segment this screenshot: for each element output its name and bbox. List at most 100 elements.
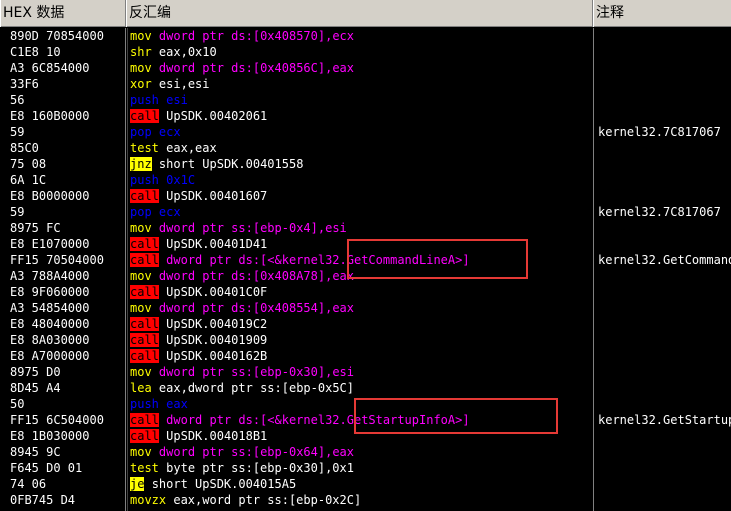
comment: kernel32.GetCommandLineA (598, 253, 731, 267)
instruction: push 0x1C (130, 172, 196, 188)
hex-bytes: 56 (10, 93, 25, 107)
operands: eax,dword ptr ss:[ebp-0x5C] (158, 381, 354, 395)
comment-column-header[interactable]: 注释 (593, 0, 731, 27)
operands: UpSDK.00402061 (166, 109, 268, 123)
instruction: lea eax,dword ptr ss:[ebp-0x5C] (130, 380, 354, 396)
operands: UpSDK.004019C2 (166, 317, 268, 331)
disasm-row[interactable]: 6A 1C push 0x1C (0, 172, 731, 188)
disasm-row[interactable]: 8945 9C mov dword ptr ss:[ebp-0x64],eax (0, 444, 731, 460)
mnemonic: mov (130, 61, 152, 75)
instruction: je short UpSDK.004015A5 (130, 476, 296, 492)
mnemonic: mov (130, 445, 152, 459)
instruction: mov dword ptr ss:[ebp-0x30],esi (130, 364, 354, 380)
hex-bytes: 59 (10, 205, 25, 219)
disasm-column-header[interactable]: 反汇编 (126, 0, 593, 27)
hex-bytes: 75 08 (10, 157, 47, 171)
hex-bytes: FF15 6C504000 (10, 413, 104, 427)
disasm-row[interactable]: E8 160B0000 call UpSDK.00402061 (0, 108, 731, 124)
mnemonic: jnz (130, 157, 152, 171)
operands: dword ptr ds:[0x40856C],eax (158, 61, 354, 75)
disasm-row[interactable]: 59 pop ecx kernel32.7C817067 (0, 204, 731, 220)
disasm-row[interactable]: 8975 FC mov dword ptr ss:[ebp-0x4],esi (0, 220, 731, 236)
instruction: call UpSDK.004019C2 (130, 316, 267, 332)
disasm-row[interactable]: E8 8A030000 call UpSDK.00401909 (0, 332, 731, 348)
hex-bytes: 8D45 A4 (10, 381, 61, 395)
comment: kernel32.7C817067 (598, 205, 721, 219)
operands: eax,word ptr ss:[ebp-0x2C] (173, 493, 362, 507)
disasm-row[interactable]: 8D45 A4 lea eax,dword ptr ss:[ebp-0x5C] (0, 380, 731, 396)
hex-bytes: C1E8 10 (10, 45, 61, 59)
disasm-row[interactable]: 74 06 je short UpSDK.004015A5 (0, 476, 731, 492)
hex-bytes: 8945 9C (10, 445, 61, 459)
operands: UpSDK.00401C0F (166, 285, 268, 299)
operands: esi,esi (158, 77, 210, 91)
hex-bytes: 8975 FC (10, 221, 61, 235)
hex-column-header[interactable]: HEX 数据 (0, 0, 126, 27)
mnemonic: mov (130, 29, 152, 43)
instruction: call UpSDK.00401D41 (130, 236, 267, 252)
hex-bytes: 85C0 (10, 141, 39, 155)
operands: UpSDK.00401D41 (166, 237, 268, 251)
instruction: call UpSDK.00401909 (130, 332, 267, 348)
disasm-row[interactable]: F645 D0 01 test byte ptr ss:[ebp-0x30],0x… (0, 460, 731, 476)
mnemonic: push (130, 93, 159, 107)
instruction: mov dword ptr ds:[0x408A78],eax (130, 268, 354, 284)
mnemonic: call (130, 237, 159, 251)
hex-bytes: E8 9F060000 (10, 285, 90, 299)
hex-bytes: F645 D0 01 (10, 461, 83, 475)
operands: UpSDK.00401607 (166, 189, 268, 203)
operands: dword ptr ss:[ebp-0x64],eax (158, 445, 354, 459)
disasm-row[interactable]: 8975 D0 mov dword ptr ss:[ebp-0x30],esi (0, 364, 731, 380)
instruction: push eax (130, 396, 188, 412)
disasm-row[interactable]: E8 48040000 call UpSDK.004019C2 (0, 316, 731, 332)
operands: UpSDK.004018B1 (166, 429, 268, 443)
disasm-row[interactable]: 56 push esi (0, 92, 731, 108)
instruction: test byte ptr ss:[ebp-0x30],0x1 (130, 460, 354, 476)
mnemonic: call (130, 189, 159, 203)
disasm-row[interactable]: E8 9F060000 call UpSDK.00401C0F (0, 284, 731, 300)
hex-bytes: E8 48040000 (10, 317, 90, 331)
disasm-row[interactable]: 0FB745 D4 movzx eax,word ptr ss:[ebp-0x2C… (0, 492, 731, 508)
instruction: mov dword ptr ds:[0x408554],eax (130, 300, 354, 316)
hex-bytes: A3 54854000 (10, 301, 90, 315)
hex-bytes: A3 788A4000 (10, 269, 90, 283)
mnemonic: call (130, 285, 159, 299)
instruction: pop ecx (130, 204, 181, 220)
column-header: HEX 数据 反汇编 注释 (0, 0, 731, 27)
disasm-row[interactable]: E8 A7000000 call UpSDK.0040162B (0, 348, 731, 364)
disasm-row[interactable]: 75 08 jnz short UpSDK.00401558 (0, 156, 731, 172)
hex-bytes: E8 1B030000 (10, 429, 90, 443)
instruction: call UpSDK.00401607 (130, 188, 267, 204)
disasm-row[interactable]: 890D 70854000 mov dword ptr ds:[0x408570]… (0, 28, 731, 44)
mnemonic: call (130, 349, 159, 363)
hex-bytes: E8 8A030000 (10, 333, 90, 347)
disasm-row[interactable]: C1E8 10 shr eax,0x10 (0, 44, 731, 60)
disasm-row[interactable]: A3 6C854000 mov dword ptr ds:[0x40856C],e… (0, 60, 731, 76)
mnemonic: test (130, 141, 159, 155)
mnemonic: call (130, 317, 159, 331)
operands: esi (166, 93, 188, 107)
hex-bytes: E8 B0000000 (10, 189, 90, 203)
operands: dword ptr ss:[ebp-0x30],esi (158, 365, 354, 379)
mnemonic: movzx (130, 493, 167, 507)
mnemonic: lea (130, 381, 152, 395)
mnemonic: mov (130, 221, 152, 235)
highlight-box-getcommandlinea (347, 239, 528, 279)
hex-bytes: E8 A7000000 (10, 349, 90, 363)
instruction: call UpSDK.00402061 (130, 108, 267, 124)
mnemonic: pop (130, 205, 152, 219)
instruction: call UpSDK.00401C0F (130, 284, 267, 300)
hex-bytes: 8975 D0 (10, 365, 61, 379)
disasm-row[interactable]: 59 pop ecx kernel32.7C817067 (0, 124, 731, 140)
disasm-row[interactable]: 85C0 test eax,eax (0, 140, 731, 156)
mnemonic: je (130, 477, 145, 491)
disasm-row[interactable]: A3 54854000 mov dword ptr ds:[0x408554],e… (0, 300, 731, 316)
operands: dword ptr ds:[0x408A78],eax (158, 269, 354, 283)
hex-bytes: E8 E1070000 (10, 237, 90, 251)
mnemonic: mov (130, 365, 152, 379)
disasm-row[interactable]: 33F6 xor esi,esi (0, 76, 731, 92)
disasm-row[interactable]: E8 B0000000 call UpSDK.00401607 (0, 188, 731, 204)
mnemonic: shr (130, 45, 152, 59)
mnemonic: call (130, 429, 159, 443)
operands: dword ptr ds:[0x408554],eax (158, 301, 354, 315)
